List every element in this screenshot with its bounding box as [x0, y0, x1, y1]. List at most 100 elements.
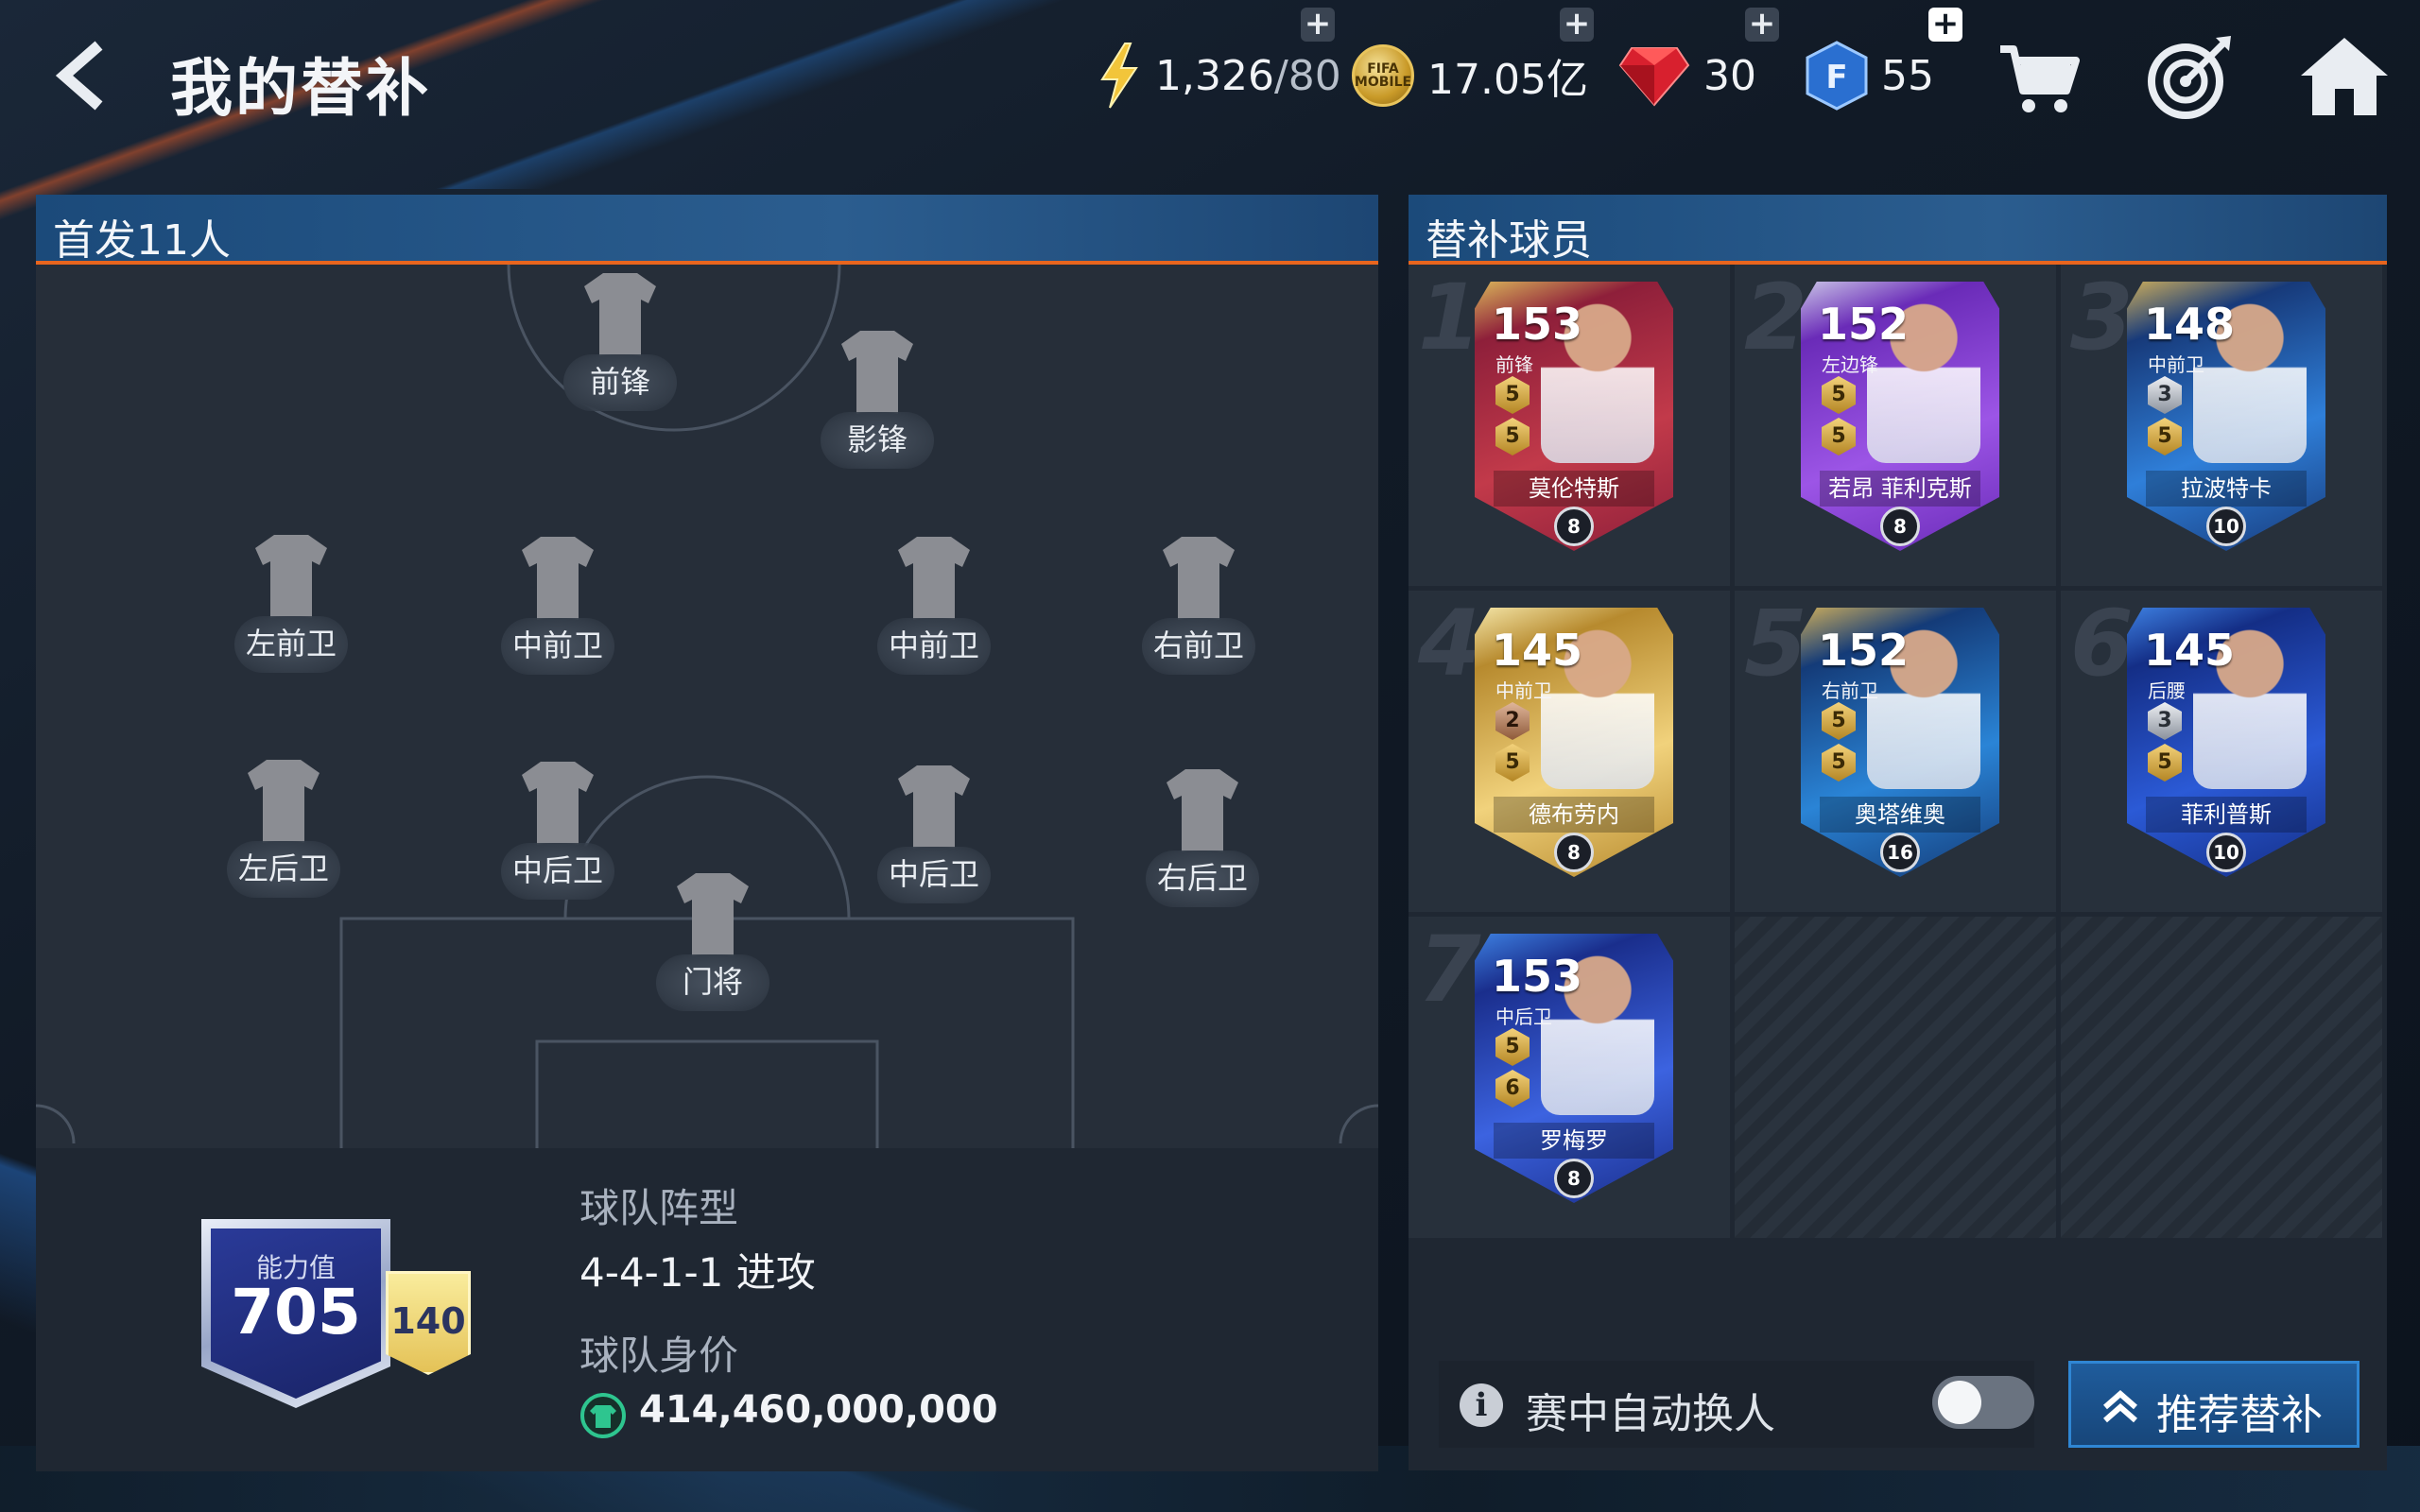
position-gk[interactable]: 门将 [647, 869, 779, 1030]
player-card[interactable]: 153 中后卫 5 6 罗梅罗 8 [1475, 934, 1673, 1203]
rank-chip: 5 [1495, 1028, 1530, 1066]
subs-panel-header: 替补球员 [1409, 195, 2387, 265]
position-lm[interactable]: 左前卫 [225, 531, 357, 692]
shirt-icon [255, 535, 327, 618]
position-label: 中后卫 [501, 843, 614, 900]
shirt-icon [898, 537, 970, 620]
position-cf[interactable]: 影锋 [811, 327, 943, 488]
player-name: 罗梅罗 [1494, 1123, 1654, 1159]
add-energy-button[interactable]: + [1301, 8, 1335, 42]
coin-counter: FIFA MOBILE 17.05亿 [1352, 38, 1588, 113]
position-rm[interactable]: 右前卫 [1132, 533, 1265, 694]
position-label: 前锋 [563, 354, 677, 411]
team-power-badge: 能力值 705 140 [173, 1200, 485, 1418]
player-card[interactable]: 145 后腰 3 5 菲利普斯 10 [2127, 608, 2325, 877]
pitch: 前锋 影锋 左前卫 中前卫 中前卫 右前卫 左后卫 中后卫 中后卫 右后卫 门将 [36, 265, 1378, 1148]
position-rb[interactable]: 右后卫 [1136, 765, 1269, 926]
add-fc-points-button[interactable]: + [1928, 8, 1962, 42]
player-card[interactable]: 148 中前卫 3 5 拉波特卡 10 [2127, 282, 2325, 551]
coin-icon: FIFA MOBILE [1352, 44, 1414, 107]
fc-points-value: 55 [1881, 51, 1934, 100]
player-ovr: 153 [1492, 299, 1583, 350]
shirt-icon [1163, 537, 1235, 620]
sub-slot[interactable]: 1 153 前锋 5 5 莫伦特斯 8 [1409, 265, 1730, 586]
position-cm-right[interactable]: 中前卫 [868, 533, 1000, 694]
sub-slot[interactable]: 7 153 中后卫 5 6 罗梅罗 8 [1409, 917, 1730, 1238]
fc-points-counter: F 55 [1806, 38, 1934, 113]
player-level: 10 [2206, 507, 2246, 546]
player-level: 8 [1554, 1159, 1594, 1198]
recommend-subs-label: 推荐替补 [2156, 1391, 2323, 1439]
recommend-subs-button[interactable]: 推荐替补 [2068, 1361, 2360, 1448]
add-coins-button[interactable]: + [1560, 8, 1594, 42]
position-cm-left[interactable]: 中前卫 [492, 533, 624, 694]
position-label: 左前卫 [234, 616, 348, 673]
home-icon[interactable] [2297, 32, 2392, 123]
rank-chip: 5 [1495, 376, 1530, 414]
position-label: 中前卫 [877, 618, 991, 675]
sub-slot[interactable]: 3 148 中前卫 3 5 拉波特卡 10 [2061, 265, 2382, 586]
player-card[interactable]: 153 前锋 5 5 莫伦特斯 8 [1475, 282, 1673, 551]
position-label: 左后卫 [227, 841, 340, 898]
energy-value: 1,326 [1155, 51, 1274, 100]
slot-number: 3 [2070, 265, 2134, 370]
player-ovr: 153 [1492, 951, 1583, 1002]
target-icon[interactable] [2142, 32, 2237, 123]
rank-chip: 2 [1495, 702, 1530, 740]
power-value: 705 [231, 1276, 361, 1349]
position-label: 右前卫 [1142, 618, 1255, 675]
player-name: 莫伦特斯 [1494, 471, 1654, 507]
position-lb[interactable]: 左后卫 [217, 756, 350, 917]
player-level: 16 [1880, 833, 1920, 872]
player-name: 奥塔维奥 [1820, 797, 1980, 833]
slot-number: 2 [1744, 265, 1807, 370]
position-cb-right[interactable]: 中后卫 [868, 762, 1000, 922]
energy-max: /80 [1273, 51, 1341, 100]
shirt-icon [584, 273, 656, 356]
sub-slot[interactable]: 5 152 右前卫 5 5 奥塔维奥 16 [1735, 591, 2056, 912]
empty-sub-slot[interactable] [2061, 917, 2382, 1238]
position-label: 中后卫 [877, 847, 991, 903]
rank-chip: 6 [1495, 1070, 1530, 1108]
player-level: 10 [2206, 833, 2246, 872]
shirt-icon [248, 760, 320, 843]
team-value: 414,460,000,000 [639, 1388, 998, 1432]
page-title: 我的替补 [170, 52, 431, 125]
subs-panel-title: 替补球员 [1426, 216, 1592, 265]
player-position: 右前卫 [1822, 679, 1878, 702]
back-icon[interactable] [47, 38, 113, 113]
coin-value: 17.05亿 [1427, 56, 1588, 104]
cart-icon[interactable] [1993, 32, 2087, 123]
starting-panel-header: 首发11人 [36, 195, 1378, 265]
rank-chip: 5 [1822, 702, 1856, 740]
player-card[interactable]: 152 左边锋 5 5 若昂 菲利克斯 8 [1801, 282, 1999, 551]
power-side-value: 140 [386, 1271, 471, 1375]
player-card[interactable]: 145 中前卫 2 5 德布劳内 8 [1475, 608, 1673, 877]
position-cb-left[interactable]: 中后卫 [492, 758, 624, 919]
sub-slot[interactable]: 2 152 左边锋 5 5 若昂 菲利克斯 8 [1735, 265, 2056, 586]
sub-slot[interactable]: 6 145 后腰 3 5 菲利普斯 10 [2061, 591, 2382, 912]
slot-number: 6 [2070, 591, 2134, 696]
rank-chip: 5 [2148, 418, 2182, 455]
shirt-icon [522, 537, 594, 620]
player-position: 前锋 [1495, 353, 1533, 376]
shirt-icon [1167, 769, 1238, 852]
position-st[interactable]: 前锋 [554, 269, 686, 430]
subs-grid: 1 153 前锋 5 5 莫伦特斯 8 2 152 左边锋 5 5 若昂 菲利克… [1409, 265, 2387, 1238]
empty-sub-slot[interactable] [1735, 917, 2056, 1238]
team-info: 能力值 705 140 球队阵型 4-4-1-1 进攻 球队身价 414,460… [36, 1148, 1378, 1471]
gem-value: 30 [1703, 51, 1756, 100]
chevron-up-icon [2103, 1390, 2137, 1423]
fc-points-icon: F [1806, 41, 1868, 111]
player-name: 德布劳内 [1494, 797, 1654, 833]
player-level: 8 [1554, 833, 1594, 872]
add-gems-button[interactable]: + [1745, 8, 1779, 42]
player-card[interactable]: 152 右前卫 5 5 奥塔维奥 16 [1801, 608, 1999, 877]
info-icon[interactable]: i [1460, 1383, 1503, 1427]
rank-chip: 3 [2148, 376, 2182, 414]
player-position: 中前卫 [1495, 679, 1552, 702]
formation-label: 球队阵型 [579, 1185, 739, 1231]
toggle-knob[interactable] [1938, 1381, 1981, 1424]
slot-number: 7 [1418, 917, 1481, 1022]
sub-slot[interactable]: 4 145 中前卫 2 5 德布劳内 8 [1409, 591, 1730, 912]
